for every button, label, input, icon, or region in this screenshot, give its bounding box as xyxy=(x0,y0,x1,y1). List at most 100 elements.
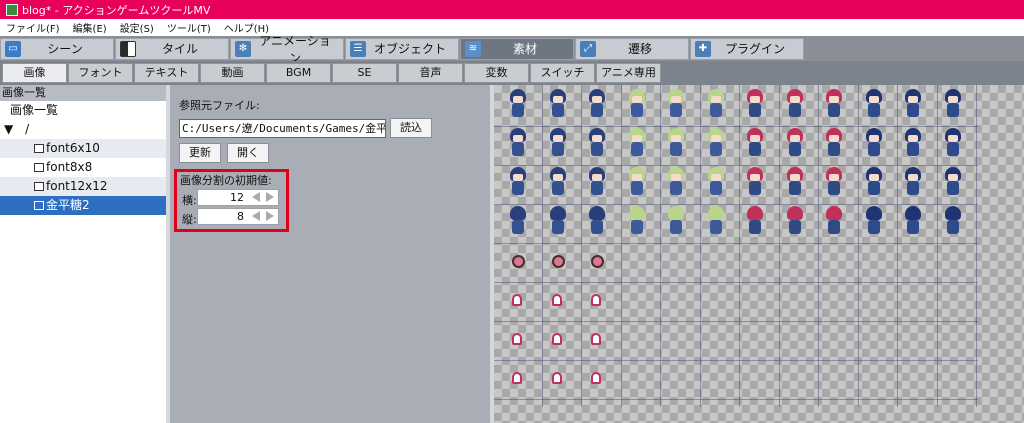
grid-line xyxy=(494,165,978,166)
character-sprite xyxy=(901,167,925,197)
character-sprite xyxy=(585,128,609,158)
menu-settings[interactable]: 設定(S) xyxy=(114,20,161,35)
open-button[interactable]: 開く xyxy=(227,143,269,163)
sprite-face xyxy=(947,174,958,181)
sprite-body xyxy=(828,142,840,156)
sprite-body xyxy=(512,142,524,156)
tab-transition-label: 遷移 xyxy=(627,42,652,56)
increment-arrow-icon[interactable] xyxy=(266,211,274,221)
grid-line xyxy=(494,399,978,400)
character-sprite xyxy=(664,128,688,158)
tab-resource[interactable]: ≋ 素材 xyxy=(460,37,574,60)
menu-file[interactable]: ファイル(F) xyxy=(0,20,67,35)
small-sprite xyxy=(512,333,522,345)
sprite-face xyxy=(789,135,800,142)
sprite-body xyxy=(709,220,722,234)
file-label: font6x10 xyxy=(46,141,100,155)
character-sprite xyxy=(704,89,728,119)
tree-root[interactable]: 画像一覧 xyxy=(0,101,166,120)
tree-file-item-selected[interactable]: 金平糖2 xyxy=(0,196,166,215)
tree-file-item[interactable]: font12x12 xyxy=(0,177,166,196)
character-sprite xyxy=(743,89,767,119)
sprite-face xyxy=(671,174,681,181)
horizontal-count-stepper[interactable]: 12 xyxy=(197,189,279,206)
character-sprite xyxy=(546,206,570,236)
image-file-icon xyxy=(34,182,44,191)
ref-file-path-field[interactable]: C:/Users/遼/Documents/Games/金平糖/ xyxy=(179,119,386,138)
increment-arrow-icon[interactable] xyxy=(266,192,274,202)
decrement-arrow-icon[interactable] xyxy=(252,211,260,221)
sprite-body xyxy=(512,220,524,234)
load-button[interactable]: 読込 xyxy=(390,118,432,138)
tree-file-item[interactable]: font8x8 xyxy=(0,158,166,177)
sprite-face xyxy=(750,96,760,103)
tree-file-item[interactable]: font6x10 xyxy=(0,139,166,158)
sprite-hair xyxy=(786,206,803,220)
character-sprite xyxy=(743,206,767,236)
sprite-body xyxy=(946,220,959,234)
horizontal-count-value: 12 xyxy=(230,191,244,204)
subtab-se[interactable]: SE xyxy=(332,63,397,83)
grid-line xyxy=(660,85,661,407)
collapse-toggle-icon[interactable]: ▼ xyxy=(4,122,13,136)
subtab-voice[interactable]: 音声 xyxy=(398,63,463,83)
subtab-font[interactable]: フォント xyxy=(68,63,133,83)
subtab-switch[interactable]: スイッチ xyxy=(530,63,595,83)
sprite-face xyxy=(552,135,563,142)
tree-folder[interactable]: ▼ / xyxy=(0,120,166,139)
character-sprite xyxy=(783,89,807,119)
grid-line xyxy=(857,85,859,407)
subtab-movie[interactable]: 動画 xyxy=(200,63,265,83)
tab-scene[interactable]: ▭ シーン xyxy=(0,37,114,60)
tab-transition[interactable]: ⤢ 遷移 xyxy=(575,37,689,60)
sprite-face xyxy=(908,135,918,142)
grid-line xyxy=(739,85,740,407)
sprite-body xyxy=(788,181,801,195)
sprite-body xyxy=(867,103,880,117)
sprite-body xyxy=(630,220,643,234)
tab-tile[interactable]: タイル xyxy=(115,37,229,60)
subtab-bgm[interactable]: BGM xyxy=(266,63,331,83)
sprite-face xyxy=(908,174,918,181)
sprite-face xyxy=(908,96,918,103)
grid-line xyxy=(818,85,819,407)
grid-line xyxy=(541,85,543,407)
menu-edit[interactable]: 編集(E) xyxy=(67,20,114,35)
image-file-icon xyxy=(34,144,44,153)
subtab-image[interactable]: 画像 xyxy=(2,63,67,83)
sprite-body xyxy=(749,103,761,117)
sprite-face xyxy=(789,174,800,181)
vertical-count-stepper[interactable]: 8 xyxy=(197,208,279,225)
grid-line xyxy=(936,85,938,407)
sprite-face xyxy=(513,135,523,142)
decrement-arrow-icon[interactable] xyxy=(252,192,260,202)
tab-object[interactable]: ☰ オブジェクト xyxy=(345,37,459,60)
grid-line xyxy=(494,321,978,322)
grid-line xyxy=(620,85,622,407)
subtab-text[interactable]: テキスト xyxy=(134,63,199,83)
character-sprite xyxy=(585,167,609,197)
animation-icon: ✻ xyxy=(235,40,251,57)
tab-animation[interactable]: ✻ アニメーション xyxy=(230,34,344,65)
sprite-face xyxy=(631,96,642,103)
sprite-face xyxy=(868,135,879,142)
sprite-body xyxy=(670,181,682,195)
sprite-body xyxy=(946,181,959,195)
sprite-body xyxy=(867,220,880,234)
subtab-variable[interactable]: 変数 xyxy=(464,63,529,83)
character-sprite xyxy=(664,167,688,197)
character-sprite xyxy=(941,206,965,236)
sprite-hair xyxy=(549,206,566,220)
small-sprite xyxy=(512,372,522,384)
tab-plugin[interactable]: ✚ プラグイン xyxy=(690,37,804,60)
sprite-body xyxy=(788,220,801,234)
menu-tools[interactable]: ツール(T) xyxy=(161,20,218,35)
image-preview-canvas[interactable] xyxy=(494,85,1024,423)
sprite-body xyxy=(946,103,959,117)
title-bar: blog* - アクションゲームツクールMV xyxy=(0,0,1024,19)
refresh-button[interactable]: 更新 xyxy=(179,143,221,163)
sprite-body xyxy=(591,220,603,234)
sprite-face xyxy=(829,96,839,103)
subtab-anime-only[interactable]: アニメ専用 xyxy=(596,63,661,83)
sprite-face xyxy=(552,96,563,103)
